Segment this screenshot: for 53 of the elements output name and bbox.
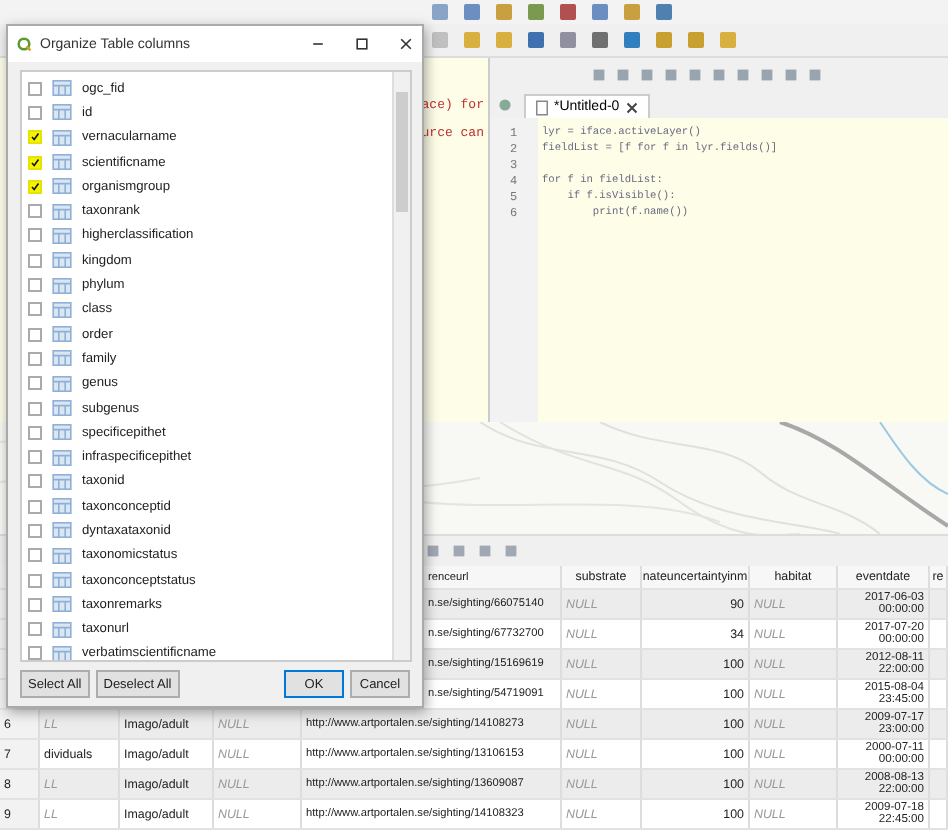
table-icon — [52, 178, 72, 195]
table-icon — [52, 449, 72, 466]
checkbox[interactable] — [28, 376, 42, 391]
checkbox[interactable] — [28, 622, 42, 637]
document-icon — [536, 99, 548, 115]
checkbox[interactable] — [28, 351, 42, 366]
table-icon — [52, 227, 72, 244]
table-icon — [52, 301, 72, 318]
table-icon — [52, 350, 72, 367]
table-icon — [52, 522, 72, 539]
checkbox[interactable] — [28, 597, 42, 612]
maximize-icon[interactable] — [354, 36, 370, 52]
table-icon — [52, 621, 72, 638]
checkbox[interactable] — [28, 179, 42, 194]
table-icon — [52, 80, 72, 97]
table-icon — [52, 277, 72, 294]
scrollbar[interactable] — [392, 72, 410, 660]
checkbox[interactable] — [28, 401, 42, 415]
checkbox[interactable] — [28, 523, 42, 538]
checkbox[interactable] — [28, 450, 42, 465]
checkbox[interactable] — [28, 228, 42, 243]
checkbox[interactable] — [28, 548, 42, 563]
checkbox[interactable] — [28, 425, 42, 440]
table-icon — [52, 572, 72, 589]
checkbox[interactable] — [28, 253, 42, 268]
checkbox[interactable] — [28, 499, 42, 514]
app-logo-icon — [16, 36, 32, 52]
checkbox[interactable] — [28, 327, 42, 342]
checkbox[interactable] — [28, 573, 42, 588]
checkbox[interactable] — [28, 81, 42, 96]
table-icon — [52, 326, 72, 343]
table-icon — [52, 498, 72, 515]
table-icon — [52, 473, 72, 490]
checkbox[interactable] — [28, 105, 42, 120]
checkbox[interactable] — [28, 474, 42, 489]
checkbox[interactable] — [28, 646, 42, 660]
close-icon[interactable] — [398, 36, 414, 52]
checkbox[interactable] — [28, 130, 42, 145]
checkbox[interactable] — [28, 204, 42, 219]
checkbox[interactable] — [28, 302, 42, 317]
table-icon — [52, 104, 72, 121]
checkbox[interactable] — [28, 278, 42, 293]
table-icon — [52, 129, 72, 146]
table-icon — [52, 203, 72, 220]
table-icon — [52, 154, 72, 171]
table-icon — [52, 424, 72, 441]
table-icon — [52, 596, 72, 613]
table-icon — [52, 547, 72, 564]
close-icon[interactable] — [625, 101, 638, 113]
table-icon — [52, 375, 72, 392]
table-icon — [52, 645, 72, 660]
table-icon — [52, 400, 72, 416]
table-icon — [52, 252, 72, 269]
